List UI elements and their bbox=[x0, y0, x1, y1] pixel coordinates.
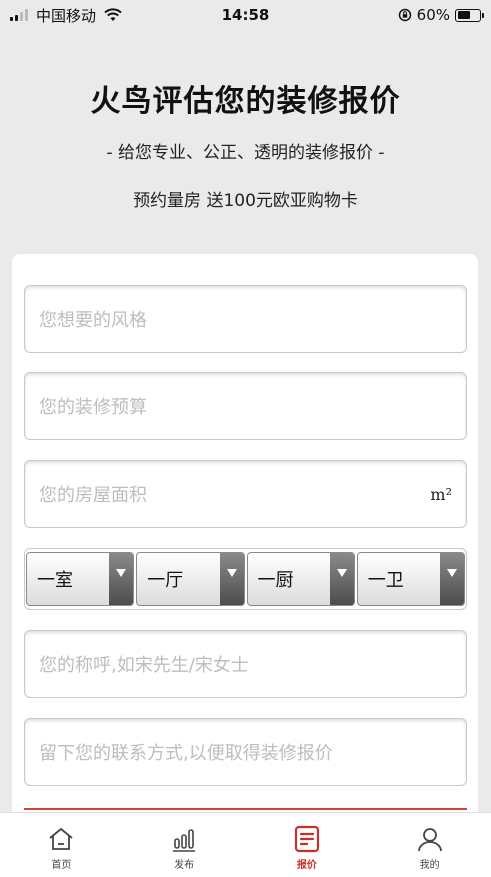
home-icon bbox=[49, 828, 73, 850]
tab-publish-label: 发布 bbox=[174, 860, 195, 871]
page-subtitle: - 给您专业、公正、透明的装修报价 - bbox=[106, 143, 385, 163]
tab-mine[interactable]: 我的 bbox=[368, 813, 491, 877]
chevron-down-icon bbox=[329, 553, 354, 605]
room-layout-selects: 一室 一厅 一厨 一卫 bbox=[24, 548, 467, 610]
page-title: 火鸟评估您的装修报价 bbox=[90, 84, 401, 119]
chevron-down-icon bbox=[440, 553, 464, 605]
battery-fill bbox=[457, 11, 471, 19]
halls-select[interactable]: 一厅 bbox=[136, 552, 245, 606]
submit-button-edge[interactable] bbox=[24, 808, 467, 810]
promo-text: 预约量房 送100元欧亚购物卡 bbox=[133, 191, 358, 211]
chevron-down-icon bbox=[109, 553, 134, 605]
area-input[interactable]: 您的房屋面积 m² bbox=[24, 460, 467, 528]
halls-select-value: 一厅 bbox=[147, 570, 184, 591]
area-unit: m² bbox=[430, 484, 452, 504]
baths-select[interactable]: 一卫 bbox=[356, 552, 465, 606]
rooms-select-value: 一室 bbox=[37, 570, 73, 591]
battery-percent: 60% bbox=[416, 6, 450, 24]
rooms-select[interactable]: 一室 bbox=[26, 552, 135, 606]
status-time: 14:58 bbox=[221, 6, 270, 24]
name-placeholder: 您的称呼,如宋先生/宋女士 bbox=[39, 655, 249, 676]
quote-document-icon bbox=[294, 825, 319, 853]
baths-select-value: 一卫 bbox=[367, 570, 404, 591]
tab-home[interactable]: 首页 bbox=[0, 813, 123, 877]
chevron-down-icon bbox=[219, 553, 244, 605]
style-input[interactable]: 您想要的风格 bbox=[24, 285, 467, 353]
status-right: 60% bbox=[398, 6, 484, 24]
contact-input[interactable]: 留下您的联系方式,以便取得装修报价 bbox=[24, 718, 467, 786]
budget-input[interactable]: 您的装修预算 bbox=[24, 372, 467, 440]
name-input[interactable]: 您的称呼,如宋先生/宋女士 bbox=[24, 630, 467, 698]
wifi-icon bbox=[104, 8, 122, 21]
carrier-name: 中国移动 bbox=[36, 6, 97, 25]
battery-icon bbox=[455, 8, 484, 22]
budget-placeholder: 您的装修预算 bbox=[39, 397, 147, 418]
style-placeholder: 您想要的风格 bbox=[39, 310, 147, 331]
contact-placeholder: 留下您的联系方式,以便取得装修报价 bbox=[39, 743, 333, 764]
kitchens-select[interactable]: 一厨 bbox=[246, 552, 355, 606]
signal-icon bbox=[10, 9, 28, 21]
tab-quote-label: 报价 bbox=[296, 860, 317, 871]
bar-chart-icon bbox=[173, 829, 196, 852]
tab-home-label: 首页 bbox=[51, 860, 72, 871]
quote-form: 您想要的风格 您的装修预算 您的房屋面积 m² 一室 一厅 一厨 一卫 您的称呼… bbox=[12, 254, 478, 834]
rotation-lock-icon bbox=[398, 8, 411, 22]
bottom-tab-bar: 首页 发布 报价 我的 bbox=[0, 812, 491, 877]
kitchens-select-value: 一厨 bbox=[257, 570, 294, 591]
area-placeholder: 您的房屋面积 bbox=[39, 485, 147, 506]
status-left: 中国移动 bbox=[10, 5, 122, 26]
tab-publish[interactable]: 发布 bbox=[123, 813, 246, 877]
status-bar: 中国移动 14:58 60% bbox=[0, 0, 491, 30]
user-icon bbox=[417, 828, 442, 852]
tab-quote[interactable]: 报价 bbox=[246, 813, 369, 877]
tab-mine-label: 我的 bbox=[419, 860, 440, 871]
